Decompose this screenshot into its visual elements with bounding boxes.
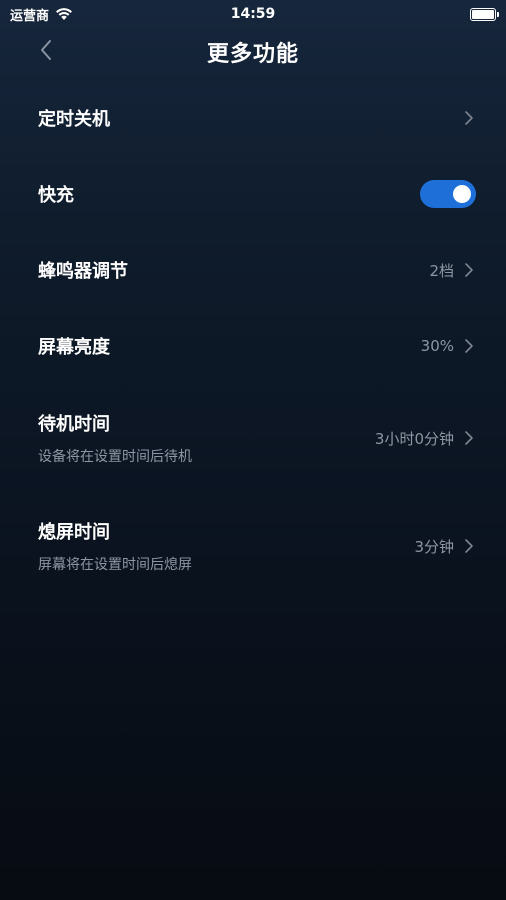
setting-standby[interactable]: 待机时间 设备将在设置时间后待机 3小时0分钟 <box>0 384 506 492</box>
fast-charge-toggle[interactable] <box>420 180 476 208</box>
settings-list: 定时关机 快充 蜂鸣器调节 2档 屏幕亮度 30% 待机时间 设备将在设置时间后… <box>0 80 506 600</box>
battery-level-fill <box>472 9 494 19</box>
setting-text: 熄屏时间 屏幕将在设置时间后熄屏 <box>38 518 192 574</box>
setting-right: 2档 <box>429 260 474 281</box>
status-time: 14:59 <box>230 6 276 22</box>
setting-text: 待机时间 设备将在设置时间后待机 <box>38 410 192 466</box>
battery-icon <box>470 7 499 21</box>
setting-right: 3分钟 <box>414 536 474 557</box>
setting-value: 30% <box>420 337 454 355</box>
setting-screen-off[interactable]: 熄屏时间 屏幕将在设置时间后熄屏 3分钟 <box>0 492 506 600</box>
chevron-right-icon <box>464 110 474 126</box>
nav-bar: 更多功能 <box>0 28 506 76</box>
setting-label: 待机时间 <box>38 414 110 435</box>
setting-right: 30% <box>421 337 474 355</box>
chevron-right-icon <box>464 262 474 278</box>
back-button[interactable] <box>30 36 62 68</box>
setting-label: 屏幕亮度 <box>38 337 110 358</box>
chevron-right-icon <box>464 538 474 554</box>
setting-right: 3小时0分钟 <box>375 428 474 449</box>
setting-label: 蜂鸣器调节 <box>38 261 128 282</box>
setting-description: 屏幕将在设置时间后熄屏 <box>38 557 192 573</box>
chevron-right-icon <box>464 430 474 446</box>
setting-buzzer[interactable]: 蜂鸣器调节 2档 <box>0 232 506 308</box>
setting-label: 熄屏时间 <box>38 522 110 543</box>
setting-fast-charge: 快充 <box>0 156 506 232</box>
setting-brightness[interactable]: 屏幕亮度 30% <box>0 308 506 384</box>
chevron-left-icon <box>39 39 53 65</box>
status-bar: 运营商 14:59 <box>0 0 506 28</box>
status-left: 运营商 <box>10 5 73 24</box>
setting-value: 2档 <box>429 261 454 280</box>
carrier-label: 运营商 <box>10 8 50 24</box>
setting-description: 设备将在设置时间后待机 <box>38 449 192 465</box>
setting-value: 3分钟 <box>414 537 454 556</box>
page-title: 更多功能 <box>206 42 299 67</box>
setting-label: 快充 <box>38 185 74 206</box>
setting-value: 3小时0分钟 <box>374 429 454 448</box>
chevron-right-icon <box>464 338 474 354</box>
setting-label: 定时关机 <box>38 109 110 130</box>
wifi-icon <box>55 7 73 21</box>
setting-timer-off[interactable]: 定时关机 <box>0 80 506 156</box>
setting-right <box>464 110 474 126</box>
toggle-knob <box>453 185 471 203</box>
